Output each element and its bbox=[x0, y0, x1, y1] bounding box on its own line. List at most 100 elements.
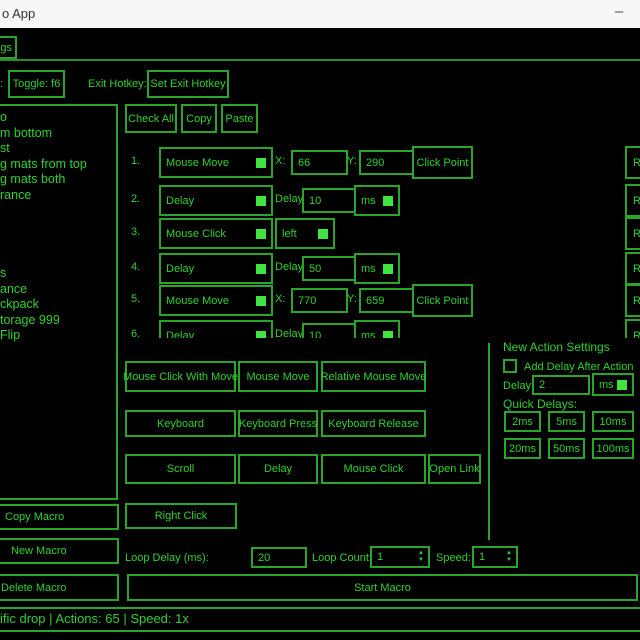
loop-count-stepper[interactable]: 1 ▲▼ bbox=[370, 546, 430, 568]
quick-delay-10ms-button[interactable]: 10ms bbox=[592, 411, 634, 432]
click-point-button[interactable]: Click Point bbox=[412, 284, 473, 317]
action-type-dropdown[interactable]: Delay bbox=[159, 320, 273, 338]
quick-delay-5ms-button[interactable]: 5ms bbox=[548, 411, 585, 432]
new-action-delay-unit-dropdown[interactable]: ms bbox=[592, 373, 634, 396]
quick-delay-50ms-button[interactable]: 50ms bbox=[548, 438, 585, 459]
spinner-up-icon[interactable]: ▲ bbox=[418, 550, 424, 557]
macro-list-items: o m bottom st g mats from top g mats bot… bbox=[0, 110, 116, 344]
speed-stepper[interactable]: 1 ▲▼ bbox=[472, 546, 518, 568]
add-delay-after-action-checkbox[interactable] bbox=[503, 359, 517, 373]
macro-list-item[interactable]: rance bbox=[0, 188, 116, 204]
click-point-button[interactable]: Click Point bbox=[412, 146, 473, 179]
toggle-hotkey-button[interactable]: Toggle: f6 bbox=[8, 70, 65, 98]
x-input[interactable]: 66 bbox=[291, 150, 348, 175]
action-list: 1. Mouse Move X: 66 Y: 290 Click Point R… bbox=[125, 140, 640, 338]
remove-action-button[interactable]: R bbox=[625, 252, 640, 285]
add-mouse-click-with-move-button[interactable]: Mouse Click With Move bbox=[125, 361, 236, 392]
add-open-link-button[interactable]: Open Link bbox=[428, 454, 481, 484]
action-type-value: Delay bbox=[166, 330, 194, 339]
y-label: Y: bbox=[347, 293, 357, 305]
macro-list-item[interactable] bbox=[0, 250, 116, 266]
tab-settings[interactable]: gs bbox=[0, 36, 17, 59]
delay-input[interactable]: 50 bbox=[302, 256, 359, 281]
add-keyboard-press-button[interactable]: Keyboard Press bbox=[238, 410, 318, 437]
macro-list-item[interactable] bbox=[0, 235, 116, 251]
action-type-dropdown[interactable]: Mouse Move bbox=[159, 285, 273, 316]
macro-list-item[interactable] bbox=[0, 219, 116, 235]
action-type-value: Mouse Click bbox=[166, 228, 226, 240]
mouse-button-value: left bbox=[282, 228, 297, 240]
macro-list-item[interactable]: o bbox=[0, 110, 116, 126]
action-index: 3. bbox=[131, 226, 140, 238]
macro-list-item[interactable]: s bbox=[0, 266, 116, 282]
macro-list-item[interactable]: g mats from top bbox=[0, 157, 116, 173]
start-macro-button[interactable]: Start Macro bbox=[127, 574, 638, 601]
tab-strip-divider bbox=[0, 59, 640, 61]
minimize-button[interactable]: – bbox=[598, 0, 640, 28]
dropdown-square-icon bbox=[256, 158, 266, 168]
dropdown-square-icon bbox=[256, 229, 266, 239]
delete-macro-button[interactable]: Delete Macro bbox=[0, 574, 119, 601]
action-type-dropdown[interactable]: Mouse Move bbox=[159, 147, 273, 178]
new-action-delay-input[interactable]: 2 bbox=[532, 375, 590, 395]
action-type-value: Mouse Move bbox=[166, 157, 229, 169]
add-delay-button[interactable]: Delay bbox=[238, 454, 318, 484]
paste-button[interactable]: Paste bbox=[221, 104, 258, 133]
delay-unit-value: ms bbox=[361, 263, 376, 275]
loop-delay-input[interactable]: 20 bbox=[251, 547, 307, 568]
tab-label: gs bbox=[0, 42, 12, 54]
set-exit-hotkey-button[interactable]: Set Exit Hotkey bbox=[147, 70, 229, 98]
spinner-down-icon[interactable]: ▼ bbox=[418, 557, 424, 564]
mouse-button-dropdown[interactable]: left bbox=[275, 218, 335, 249]
macro-list-item[interactable] bbox=[0, 204, 116, 220]
add-right-click-button[interactable]: Right Click bbox=[125, 503, 237, 529]
action-type-dropdown[interactable]: Mouse Click bbox=[159, 218, 273, 249]
macro-list-item[interactable]: ance bbox=[0, 282, 116, 298]
delay-input[interactable]: 10 bbox=[302, 188, 359, 213]
delay-unit-dropdown[interactable]: ms bbox=[354, 320, 400, 338]
macro-list-item[interactable]: ckpack bbox=[0, 297, 116, 313]
add-relative-mouse-move-button[interactable]: Relative Mouse Move bbox=[321, 361, 426, 392]
new-macro-button[interactable]: New Macro bbox=[0, 538, 119, 564]
dropdown-square-icon bbox=[256, 196, 266, 206]
macro-list-item[interactable]: st bbox=[0, 141, 116, 157]
remove-action-button[interactable]: R bbox=[625, 184, 640, 217]
copy-macro-button[interactable]: Copy Macro bbox=[0, 504, 119, 530]
delay-unit-dropdown[interactable]: ms bbox=[354, 185, 400, 216]
spinner-down-icon[interactable]: ▼ bbox=[506, 557, 512, 564]
action-type-dropdown[interactable]: Delay bbox=[159, 253, 273, 284]
quick-delay-100ms-button[interactable]: 100ms bbox=[592, 438, 634, 459]
delay-unit-dropdown[interactable]: ms bbox=[354, 253, 400, 284]
status-bar-top-border bbox=[0, 607, 640, 609]
stepper-arrows: ▲▼ bbox=[418, 550, 424, 564]
macro-list-item[interactable]: m bottom bbox=[0, 126, 116, 142]
y-input[interactable]: 290 bbox=[359, 150, 416, 175]
quick-delay-20ms-button[interactable]: 20ms bbox=[504, 438, 541, 459]
delay-input[interactable]: 10 bbox=[302, 323, 359, 338]
remove-action-button[interactable]: R bbox=[625, 217, 640, 250]
remove-action-button[interactable]: R bbox=[625, 284, 640, 317]
macro-list-item[interactable]: torage 999 bbox=[0, 313, 116, 329]
quick-delay-2ms-button[interactable]: 2ms bbox=[504, 411, 541, 432]
add-keyboard-button[interactable]: Keyboard bbox=[125, 410, 236, 437]
loop-delay-label: Loop Delay (ms): bbox=[125, 552, 209, 564]
add-mouse-click-button[interactable]: Mouse Click bbox=[321, 454, 426, 484]
check-all-button[interactable]: Check All bbox=[125, 104, 177, 133]
exit-hotkey-label: Exit Hotkey: bbox=[88, 78, 147, 90]
add-keyboard-release-button[interactable]: Keyboard Release bbox=[321, 410, 426, 437]
x-input[interactable]: 770 bbox=[291, 288, 348, 313]
dropdown-square-icon bbox=[383, 196, 393, 206]
add-scroll-button[interactable]: Scroll bbox=[125, 454, 236, 484]
remove-action-button[interactable]: R bbox=[625, 319, 640, 338]
macro-list-item[interactable]: g mats both bbox=[0, 172, 116, 188]
y-label: Y: bbox=[347, 155, 357, 167]
spinner-up-icon[interactable]: ▲ bbox=[506, 550, 512, 557]
y-input[interactable]: 659 bbox=[359, 288, 416, 313]
macro-list-item[interactable]: Flip bbox=[0, 328, 116, 344]
remove-action-button[interactable]: R bbox=[625, 146, 640, 179]
macro-list[interactable]: o m bottom st g mats from top g mats bot… bbox=[0, 104, 118, 500]
add-mouse-move-button[interactable]: Mouse Move bbox=[238, 361, 318, 392]
action-type-dropdown[interactable]: Delay bbox=[159, 185, 273, 216]
copy-button[interactable]: Copy bbox=[181, 104, 217, 133]
action-type-value: Delay bbox=[166, 263, 194, 275]
